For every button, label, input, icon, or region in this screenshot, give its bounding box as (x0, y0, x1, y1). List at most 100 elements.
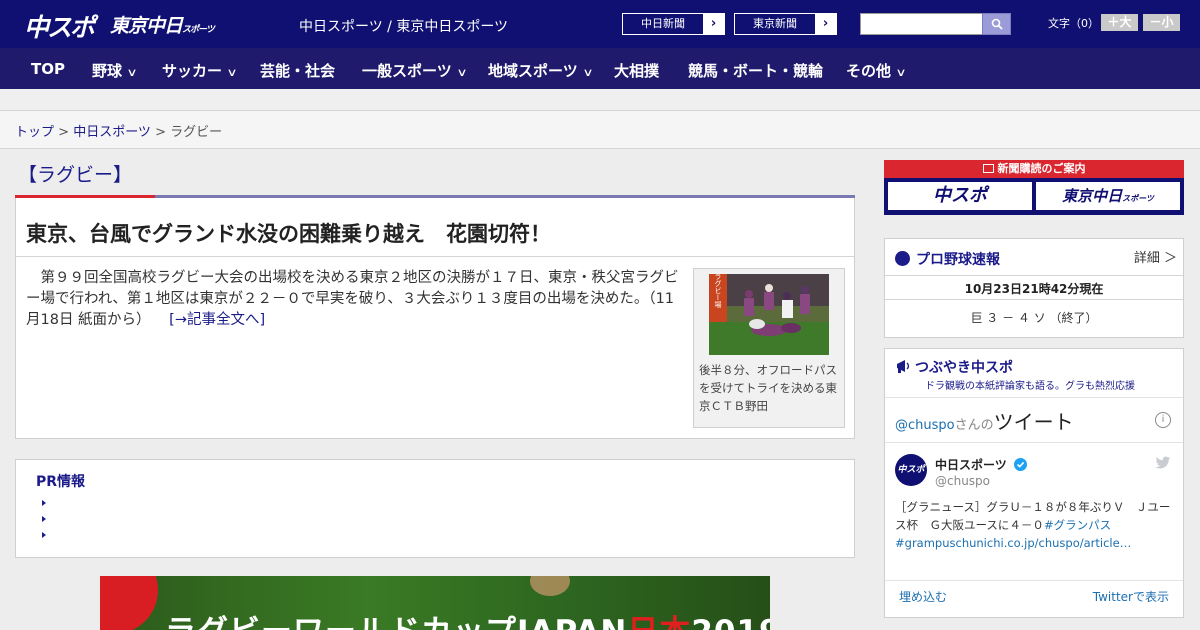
twitter-timeline: @chuspoさんのツイート i 中スポ 中日スポーツ @chuspo ［グラニ… (885, 397, 1183, 617)
nav-item-sumo[interactable]: 大相撲 (614, 60, 659, 81)
nav-item-soccer[interactable]: サッカー ∨ (162, 60, 238, 81)
rugby-photo-image: 秩父宮ラグビー場 (709, 274, 829, 355)
tokyo-logo-small: スポーツ (182, 25, 215, 35)
baseball-title-text: プロ野球速報 (916, 252, 1000, 268)
tweet-account-handle[interactable]: @chuspo (935, 474, 990, 488)
tweet-link-hash: # (895, 536, 905, 550)
bullet-arrow-icon[interactable] (42, 500, 46, 506)
baseball-icon (895, 251, 910, 266)
font-size-label: 文字（0） (1048, 17, 1099, 30)
nav-item-other[interactable]: その他 ∨ (846, 60, 907, 81)
article-card: 東京、台風でグランド水没の困難乗り越え 花園切符！ 第９９回全国高校ラグビー大会… (15, 198, 855, 439)
newspaper-icon (982, 164, 994, 173)
nav-item-baseball[interactable]: 野球 ∨ (92, 60, 138, 81)
bullet-arrow-icon[interactable] (42, 532, 46, 538)
view-on-twitter-link[interactable]: Twitterで表示 (1093, 588, 1169, 605)
nav-label: 競馬・ボート・競輪 (688, 62, 824, 80)
tweet-account-name[interactable]: 中日スポーツ (935, 456, 1027, 473)
avatar[interactable]: 中スポ (895, 454, 927, 486)
tweet-account-name-text: 中日スポーツ (935, 458, 1007, 472)
nav-label: サッカー (162, 62, 223, 80)
twitter-box: つぶやき中スポ ドラ観戦の本紙評論家も語る。グラも熱烈応援 @chuspoさんの… (884, 348, 1184, 618)
timeline-handle[interactable]: @chuspo (895, 418, 955, 433)
subscribe-tokyo-logo[interactable]: 東京中日スポーツ (1036, 182, 1180, 210)
tokyo-chunichi-logo[interactable]: 東京中日スポーツ (110, 11, 215, 38)
font-larger-button[interactable]: ＋大 (1101, 14, 1138, 31)
nav-item-general-sports[interactable]: 一般スポーツ ∨ (362, 60, 468, 81)
chunichi-shimbun-label: 中日新聞 (641, 17, 685, 30)
main-nav: TOP 野球 ∨ サッカー ∨ 芸能・社会 一般スポーツ ∨ 地域スポーツ ∨ 大相撲 … (0, 48, 1200, 89)
site-subtitle: 中日スポーツ / 東京中日スポーツ (299, 19, 509, 35)
tokyo-shimbun-link[interactable]: 東京新聞 › (734, 13, 837, 35)
article-summary: 第９９回全国高校ラグビー大会の出場校を決める東京２地区の決勝が１７日、東京・秩父… (26, 270, 679, 328)
twitter-title-text: つぶやき中スポ (915, 360, 1013, 376)
subscribe-chuspo-logo[interactable]: 中スポ (888, 182, 1032, 210)
pro-baseball-box: プロ野球速報 詳細 ＞ 10月23日21時42分現在 巨 ３ － ４ ソ （終了… (884, 238, 1184, 338)
tweet-body: ［グラニュース］グラＵ－１８が８年ぶりＶ Ｊユース杯 Ｇ大阪ユースに４－０ (895, 500, 1171, 532)
twitter-title: つぶやき中スポ (895, 357, 1013, 377)
nav-label: TOP (31, 60, 65, 78)
site-header: 中スポ 東京中日スポーツ 中日スポーツ / 東京中日スポーツ 中日新聞 › 東京… (0, 0, 1200, 48)
timeline-handle-suffix: さんの (954, 418, 994, 433)
nav-item-racing[interactable]: 競馬・ボート・競輪 (688, 60, 823, 81)
chevron-down-icon: ∨ (582, 66, 594, 79)
headline-divider (16, 256, 854, 257)
tweet-link-text: grampuschunichi.co.jp/chuspo/article… (904, 536, 1132, 550)
subscription-box[interactable]: 新聞購読のご案内 中スポ 東京中日スポーツ (884, 160, 1184, 215)
timeline-header: @chuspoさんのツイート (895, 406, 1074, 435)
divider (885, 442, 1183, 443)
breadcrumb: トップ > 中日スポーツ > ラグビー (15, 121, 222, 140)
search-button[interactable] (982, 13, 1011, 35)
tokyo-logo-text: 東京中日 (110, 15, 183, 37)
photo-caption: 後半８分、オフロードパスを受けてトライを決める東京ＣＴＢ野田 (699, 363, 837, 413)
twitter-bird-icon[interactable] (1155, 456, 1171, 470)
article-body: 第９９回全国高校ラグビー大会の出場校を決める東京２地区の決勝が１７日、東京・秩父… (26, 268, 686, 331)
tweet-link[interactable]: #grampuschunichi.co.jp/chuspo/article… (895, 536, 1131, 550)
article-photo[interactable]: 秩父宮ラグビー場 (709, 274, 829, 355)
baseball-score[interactable]: 巨 ３ － ４ ソ （終了） (885, 309, 1183, 326)
search-icon (991, 18, 1003, 30)
embed-link[interactable]: 埋め込む (899, 588, 947, 605)
chevron-down-icon: ∨ (456, 66, 468, 79)
tweet-text: ［グラニュース］グラＵ－１８が８年ぶりＶ Ｊユース杯 Ｇ大阪ユースに４－０#グラ… (895, 498, 1175, 552)
article-headline: 東京、台風でグランド水没の困難乗り越え 花園切符！ (26, 222, 551, 246)
photo-sign-text: 秩父宮ラグビー場 (714, 274, 722, 309)
megaphone-icon (897, 360, 910, 373)
chunichi-shimbun-link[interactable]: 中日新聞 › (622, 13, 725, 35)
category-title: 【ラグビー】 (18, 164, 133, 186)
timeline-tweets-label: ツイート (993, 410, 1074, 434)
nav-item-entertainment[interactable]: 芸能・社会 (260, 60, 335, 81)
nav-label: 一般スポーツ (362, 62, 452, 80)
subscription-title-text: 新聞購読のご案内 (997, 162, 1086, 175)
baseball-detail-link[interactable]: 詳細 ＞ (1134, 247, 1177, 266)
subscribe-tokyo-small: スポーツ (1122, 194, 1154, 203)
breadcrumb-section[interactable]: 中日スポーツ (73, 125, 151, 140)
nav-item-top[interactable]: TOP (31, 60, 65, 78)
chevron-right-icon: › (703, 14, 724, 34)
tweet-hashtag-link[interactable]: #グランパス (1044, 518, 1111, 532)
subscribe-tokyo-text: 東京中日 (1062, 187, 1123, 205)
chuspo-logo[interactable]: 中スポ (24, 8, 95, 44)
nav-label: 地域スポーツ (488, 62, 578, 80)
chevron-down-icon: ∨ (895, 66, 907, 79)
nav-label: その他 (846, 62, 892, 80)
nav-item-local-sports[interactable]: 地域スポーツ ∨ (488, 60, 594, 81)
search-input[interactable] (860, 13, 983, 35)
banner-text-year: 2019 (691, 614, 770, 630)
twitter-subtitle: ドラ観戦の本紙評論家も語る。グラも熱烈応援 (925, 381, 1135, 392)
breadcrumb-separator: > (150, 125, 171, 140)
font-smaller-button[interactable]: －小 (1143, 14, 1180, 31)
breadcrumb-home[interactable]: トップ (15, 125, 54, 140)
chevron-down-icon: ∨ (126, 66, 138, 79)
breadcrumb-separator: > (54, 125, 74, 140)
chevron-right-icon: › (815, 14, 836, 34)
info-icon[interactable]: i (1155, 412, 1171, 428)
read-full-article-link[interactable]: [→記事全文へ] (169, 312, 265, 328)
bullet-arrow-icon[interactable] (42, 516, 46, 522)
rugby-world-cup-banner[interactable]: ラグビーワールドカップJAPAN日本2019™ (100, 576, 770, 630)
banner-red-circle (100, 576, 158, 630)
breadcrumb-bar: トップ > 中日スポーツ > ラグビー (0, 111, 1200, 149)
subscription-title: 新聞購読のご案内 (884, 160, 1184, 178)
baseball-title: プロ野球速報 (895, 249, 1000, 269)
breadcrumb-current: ラグビー (170, 125, 223, 140)
